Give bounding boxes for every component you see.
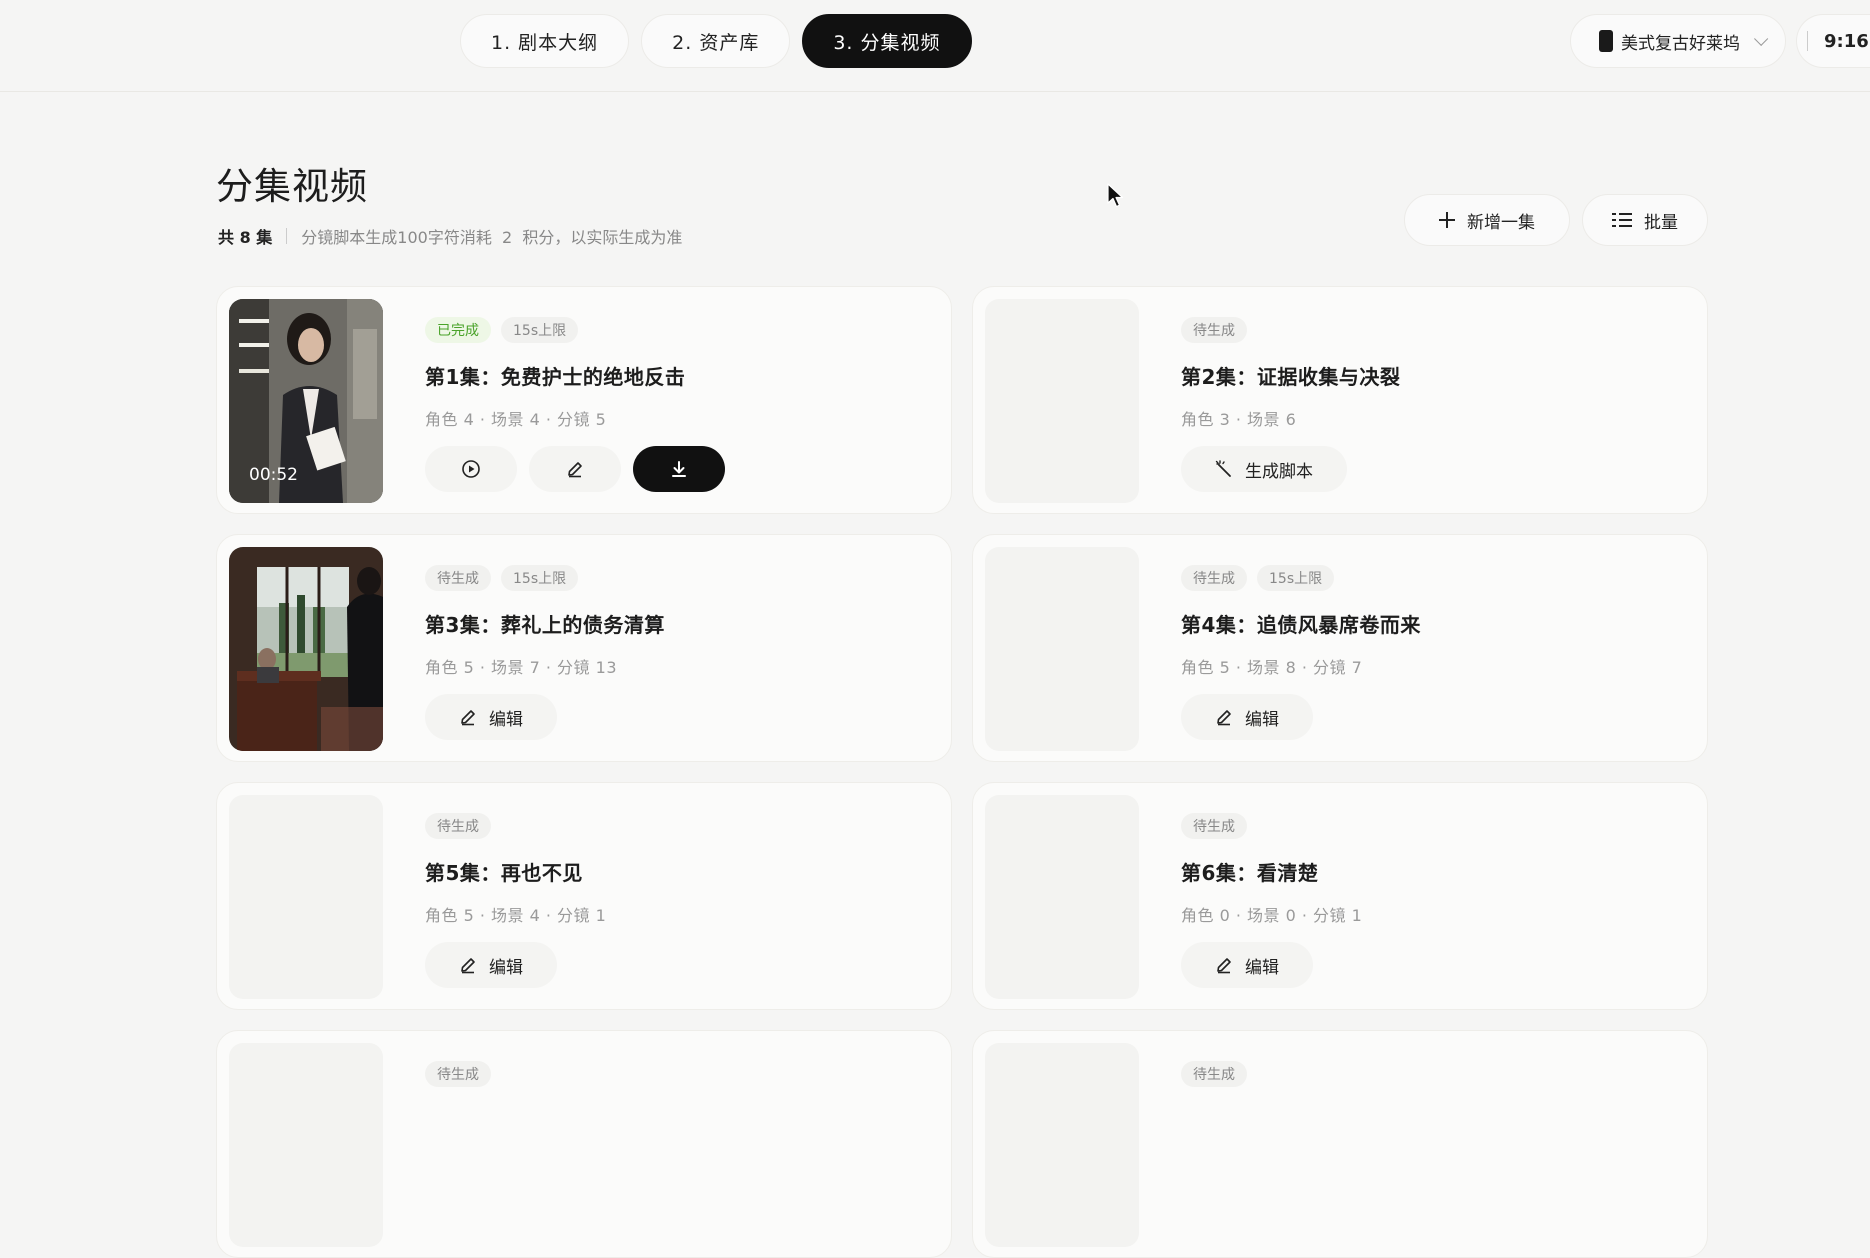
play-button[interactable] <box>425 446 517 492</box>
episode-meta: 角色 0 · 场景 0 · 分镜 1 <box>1181 906 1363 925</box>
checklist-icon <box>1612 212 1632 228</box>
edit-button[interactable]: 编辑 <box>425 694 557 740</box>
status-badge: 待生成 <box>1181 317 1247 343</box>
episode-title: 第6集：看清楚 <box>1181 861 1319 885</box>
plus-icon <box>1439 212 1455 228</box>
divider <box>286 228 288 244</box>
episode-card[interactable]: 待生成 第2集：证据收集与决裂 角色 3 · 场景 6 生成脚本 <box>972 286 1708 514</box>
edit-label: 编辑 <box>489 709 523 730</box>
mouse-cursor-icon <box>1107 183 1124 208</box>
pencil-icon <box>461 710 475 726</box>
video-duration: 00:52 <box>249 465 298 485</box>
phone-portrait-icon <box>1599 30 1613 52</box>
add-episode-label: 新增一集 <box>1467 212 1535 233</box>
episode-title: 第4集：追债风暴席卷而来 <box>1181 613 1421 637</box>
page-subline: 共 8 集 分镜脚本生成100字符消耗 2 积分，以实际生成为准 <box>218 224 682 248</box>
download-icon <box>672 461 686 477</box>
thumbnail-image <box>229 547 383 751</box>
status-badge: 待生成 <box>1181 1061 1247 1087</box>
status-badge: 待生成 <box>425 1061 491 1087</box>
status-badge: 待生成 <box>425 813 491 839</box>
aspect-ratio-label: 9:16 <box>1824 30 1869 52</box>
step-tabs: 1. 剧本大纲 2. 资产库 3. 分集视频 <box>460 14 972 68</box>
style-select-label: 美式复古好莱坞 <box>1621 33 1740 54</box>
limit-badge: 15s上限 <box>501 565 579 591</box>
pencil-icon <box>461 958 475 974</box>
status-badge: 待生成 <box>1181 813 1247 839</box>
tab-script-outline[interactable]: 1. 剧本大纲 <box>460 14 630 68</box>
episode-title: 第5集：再也不见 <box>425 861 583 885</box>
credit-note: 分镜脚本生成100字符消耗 2 积分，以实际生成为准 <box>301 228 683 247</box>
download-button[interactable] <box>633 446 725 492</box>
episode-meta: 角色 3 · 场景 6 <box>1181 410 1297 429</box>
episode-title: 第1集：免费护士的绝地反击 <box>425 365 686 389</box>
divider <box>1807 31 1808 51</box>
edit-label: 编辑 <box>489 957 523 978</box>
pencil-icon <box>1217 958 1231 974</box>
episode-card[interactable]: 待生成 第5集：再也不见 角色 5 · 场景 4 · 分镜 1 编辑 <box>216 782 952 1010</box>
chevron-down-icon <box>1754 31 1769 46</box>
edit-button[interactable]: 编辑 <box>1181 942 1313 988</box>
episode-thumbnail-placeholder <box>229 795 383 999</box>
episode-meta: 角色 4 · 场景 4 · 分镜 5 <box>425 410 607 429</box>
status-badge: 待生成 <box>1181 565 1247 591</box>
magic-wand-icon <box>1215 460 1231 477</box>
episode-meta: 角色 5 · 场景 7 · 分镜 13 <box>425 658 617 677</box>
episode-card[interactable]: 待生成 第6集：看清楚 角色 0 · 场景 0 · 分镜 1 编辑 <box>972 782 1708 1010</box>
pencil-icon <box>568 462 582 478</box>
episode-title: 第3集：葬礼上的债务清算 <box>425 613 665 637</box>
episode-thumbnail-placeholder <box>985 1043 1139 1247</box>
play-circle-icon <box>462 460 480 478</box>
episode-card[interactable]: 待生成 15s上限 第4集：追债风暴席卷而来 角色 5 · 场景 8 · 分镜 … <box>972 534 1708 762</box>
episode-meta: 角色 5 · 场景 8 · 分镜 7 <box>1181 658 1363 677</box>
top-bar: 1. 剧本大纲 2. 资产库 3. 分集视频 美式复古好莱坞 9:16 <box>0 0 1870 92</box>
aspect-ratio-select[interactable]: 9:16 <box>1796 14 1870 68</box>
generate-script-label: 生成脚本 <box>1245 461 1313 482</box>
episode-card[interactable]: 待生成 <box>216 1030 952 1258</box>
batch-label: 批量 <box>1644 212 1678 233</box>
edit-label: 编辑 <box>1245 709 1279 730</box>
generate-script-button[interactable]: 生成脚本 <box>1181 446 1347 492</box>
style-select[interactable]: 美式复古好莱坞 <box>1570 14 1786 68</box>
edit-button[interactable] <box>529 446 621 492</box>
limit-badge: 15s上限 <box>1257 565 1335 591</box>
episode-thumbnail-placeholder <box>229 1043 383 1247</box>
episode-grid: 00:52 已完成 15s上限 第1集：免费护士的绝地反击 角色 4 · 场景 … <box>216 286 1708 1258</box>
episode-title: 第2集：证据收集与决裂 <box>1181 365 1401 389</box>
status-badge: 待生成 <box>425 565 491 591</box>
episode-count: 共 8 集 <box>218 228 273 247</box>
episode-thumbnail-placeholder <box>985 547 1139 751</box>
episode-thumbnail[interactable] <box>229 547 383 751</box>
episode-thumbnail-placeholder <box>985 299 1139 503</box>
episode-meta: 角色 5 · 场景 4 · 分镜 1 <box>425 906 607 925</box>
edit-button[interactable]: 编辑 <box>425 942 557 988</box>
tab-episode-video[interactable]: 3. 分集视频 <box>802 14 972 68</box>
episode-card[interactable]: 00:52 已完成 15s上限 第1集：免费护士的绝地反击 角色 4 · 场景 … <box>216 286 952 514</box>
episode-card[interactable]: 待生成 <box>972 1030 1708 1258</box>
page-title: 分集视频 <box>216 165 368 208</box>
limit-badge: 15s上限 <box>501 317 579 343</box>
batch-button[interactable]: 批量 <box>1582 194 1708 246</box>
episode-thumbnail[interactable]: 00:52 <box>229 299 383 503</box>
episode-card[interactable]: 待生成 15s上限 第3集：葬礼上的债务清算 角色 5 · 场景 7 · 分镜 … <box>216 534 952 762</box>
edit-label: 编辑 <box>1245 957 1279 978</box>
episode-thumbnail-placeholder <box>985 795 1139 999</box>
add-episode-button[interactable]: 新增一集 <box>1404 194 1570 246</box>
pencil-icon <box>1217 710 1231 726</box>
tab-asset-library[interactable]: 2. 资产库 <box>641 14 791 68</box>
edit-button[interactable]: 编辑 <box>1181 694 1313 740</box>
status-badge: 已完成 <box>425 317 491 343</box>
